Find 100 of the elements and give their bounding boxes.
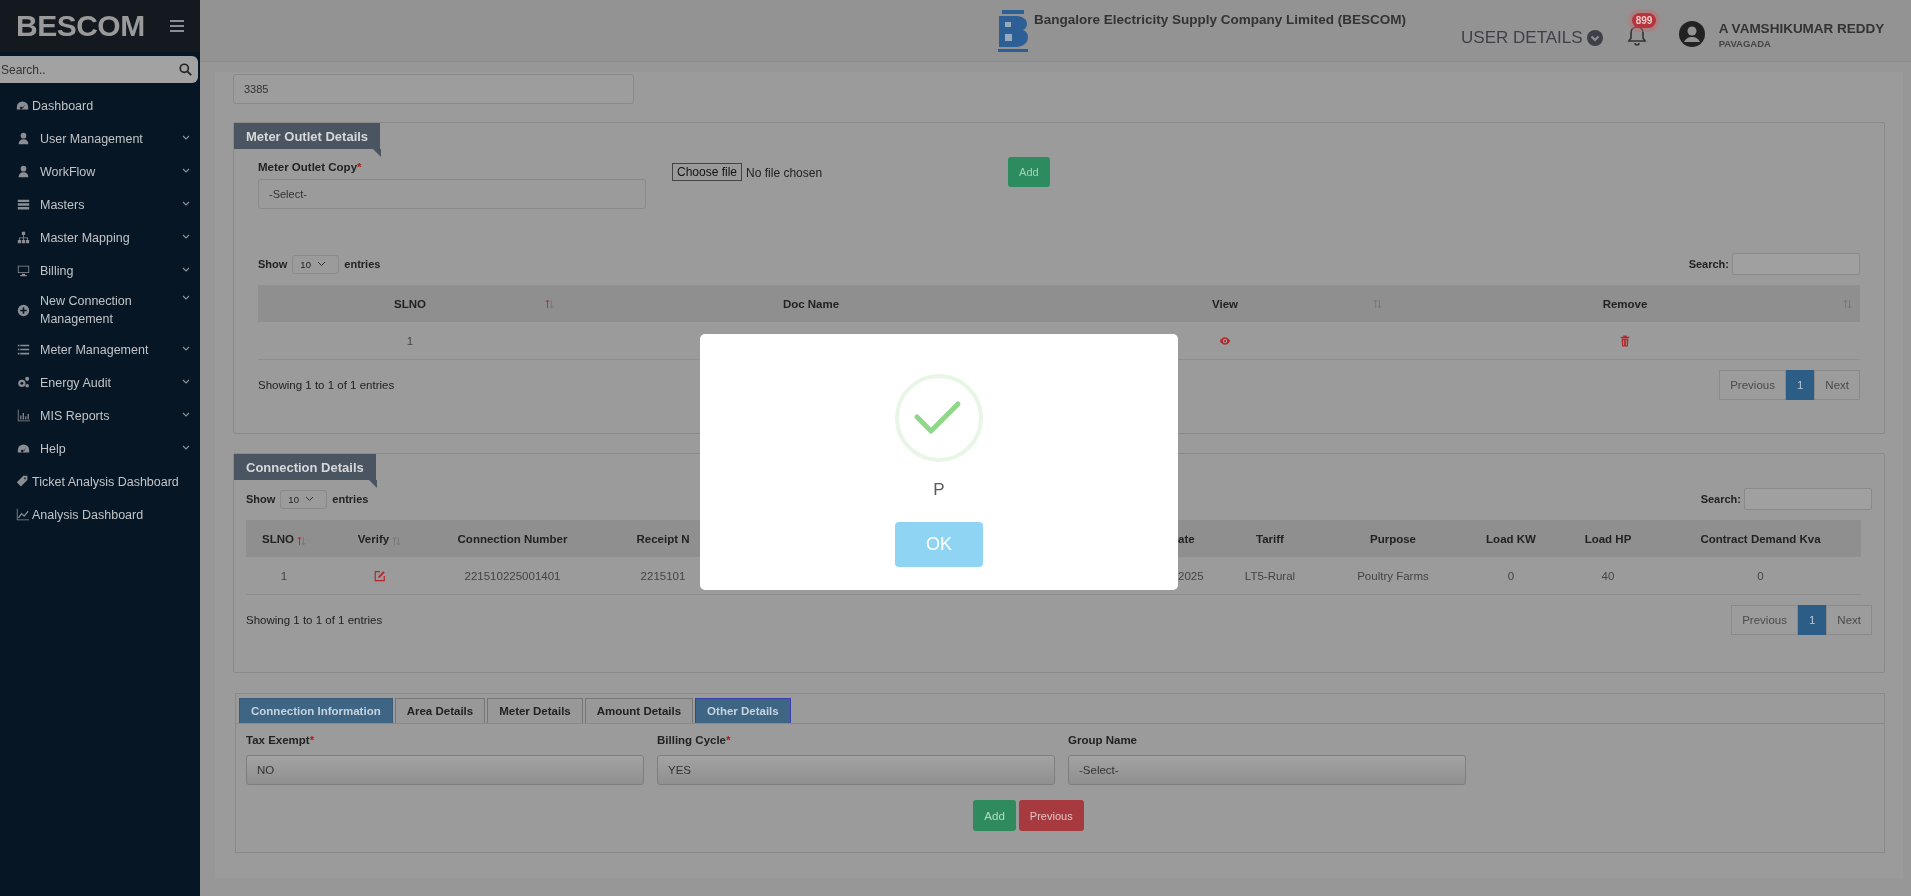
trend-chart-icon <box>16 508 29 521</box>
add-button[interactable]: Add <box>973 800 1016 831</box>
bar-chart-icon <box>17 409 30 422</box>
page-button[interactable]: 1 <box>1797 605 1827 635</box>
chevron-icon <box>182 379 190 385</box>
list-icon <box>17 343 30 356</box>
table-cell: Poultry Farms <box>1320 557 1466 595</box>
select-field[interactable]: -Select- <box>258 179 646 209</box>
table-info: Showing 1 to 1 of 1 entries <box>246 614 383 626</box>
column-header: Connection Number <box>437 520 588 557</box>
company-name: Bangalore Electricity Supply Company Limited (BESCOM) <box>1034 12 1407 27</box>
user-name: A VAMSHIKUMAR REDDY <box>1718 20 1885 36</box>
notification-bell-icon[interactable] <box>1626 24 1647 47</box>
sidebar-item[interactable]: Masters <box>0 188 200 221</box>
page-size-select[interactable]: 10 <box>280 489 328 509</box>
add-button[interactable]: Add <box>1008 157 1050 187</box>
column-header: Purpose <box>1320 520 1466 557</box>
column-header: Tariff <box>1220 520 1320 557</box>
table-cell: LT5-Rural <box>1220 557 1320 595</box>
input-field[interactable]: YES <box>657 755 1055 785</box>
file-status: No file chosen <box>746 165 823 180</box>
chevron-icon <box>182 135 190 141</box>
tab[interactable]: Meter Details <box>487 698 583 723</box>
chevron-icon <box>182 295 190 301</box>
chevron-icon <box>182 445 190 451</box>
page-button[interactable]: 1 <box>1785 370 1815 400</box>
show-label: Show <box>258 258 288 270</box>
sidebar-item[interactable]: New Connection Management <box>0 287 200 333</box>
eye-icon[interactable] <box>1219 334 1231 347</box>
table-cell: 221510225001401 <box>437 557 588 595</box>
plus-circle-icon <box>17 303 30 317</box>
edit-icon[interactable] <box>373 569 386 582</box>
search-field[interactable]: Search.. <box>0 56 198 83</box>
search-label: Search: <box>1700 493 1741 505</box>
input-field[interactable]: -Select- <box>1068 755 1466 785</box>
table-info: Showing 1 to 1 of 1 entries <box>258 379 395 391</box>
entries-label: entries <box>332 493 369 505</box>
monitor-icon <box>17 264 30 277</box>
user-avatar-icon[interactable] <box>1678 20 1705 47</box>
sidebar-item[interactable]: MIS Reports <box>0 399 200 432</box>
sidebar-item[interactable]: Help <box>0 432 200 465</box>
tab[interactable]: Connection Information <box>239 698 393 723</box>
column-header: Load HP <box>1556 520 1660 557</box>
success-check-icon <box>894 373 984 463</box>
column-header: Contract Demand Kva <box>1660 520 1861 557</box>
sidebar-item[interactable]: Ticket Analysis Dashboard <box>0 465 200 498</box>
page-button[interactable]: Next <box>1814 370 1860 400</box>
list-icon <box>17 198 30 211</box>
tab[interactable]: Other Details <box>695 698 791 723</box>
brand-logo: BESCOM <box>16 9 145 43</box>
menu-icon[interactable] <box>170 20 184 32</box>
chevron-icon <box>182 234 190 240</box>
tab[interactable]: Amount Details <box>584 698 694 723</box>
table-cell: 40 <box>1556 557 1660 595</box>
text-field[interactable]: 3385 <box>233 74 634 104</box>
column-header[interactable]: SLNO <box>258 285 562 322</box>
company-logo <box>996 7 1030 54</box>
sort-icon[interactable] <box>296 535 306 546</box>
chevron-icon <box>182 267 190 273</box>
tab[interactable]: Area Details <box>394 698 486 723</box>
column-header[interactable]: SLNO <box>246 520 322 557</box>
column-header[interactable]: View <box>1060 285 1390 322</box>
page-button[interactable]: Previous <box>1719 370 1786 400</box>
page-size-select[interactable]: 10 <box>292 254 340 274</box>
input-field[interactable]: NO <box>246 755 644 785</box>
chevron-icon <box>182 168 190 174</box>
sidebar-item[interactable]: User Management <box>0 122 200 155</box>
table-cell: 0 <box>1660 557 1861 595</box>
trash-icon[interactable] <box>1619 334 1631 347</box>
table-cell: 0 <box>1466 557 1556 595</box>
choose-file-button[interactable]: Choose file <box>672 163 743 181</box>
user-details-menu[interactable]: USER DETAILS <box>1461 27 1603 48</box>
sidebar-item[interactable]: Billing <box>0 254 200 287</box>
user-icon <box>17 132 30 145</box>
sidebar-item[interactable]: Meter Management <box>0 333 200 366</box>
sidebar-item[interactable]: Analysis Dashboard <box>0 498 200 531</box>
chevron-icon <box>182 346 190 352</box>
sidebar-item[interactable]: Dashboard <box>0 89 200 122</box>
column-header: Doc Name <box>562 285 1060 322</box>
show-label: Show <box>246 493 276 505</box>
sidebar-item[interactable]: Master Mapping <box>0 221 200 254</box>
sidebar-item[interactable]: Energy Audit <box>0 366 200 399</box>
column-header: Load KW <box>1466 520 1556 557</box>
sort-icon[interactable] <box>545 299 554 309</box>
user-icon <box>17 165 30 178</box>
user-location: PAVAGADA <box>1718 37 1772 49</box>
column-header[interactable]: Remove <box>1390 285 1860 322</box>
field-label: Billing Cycle* <box>657 734 732 746</box>
page-button[interactable]: Previous <box>1731 605 1798 635</box>
sidebar-item[interactable]: WorkFlow <box>0 155 200 188</box>
notification-badge: 899 <box>1631 12 1657 28</box>
column-header[interactable]: Verify <box>322 520 437 557</box>
gears-icon <box>17 376 30 389</box>
chevron-down-icon <box>304 496 314 502</box>
sitemap-icon <box>17 231 30 244</box>
dialog-message: P <box>933 480 945 500</box>
table-cell: 1 <box>246 557 322 595</box>
page-button[interactable]: Next <box>1826 605 1872 635</box>
previous-button[interactable]: Previous <box>1018 800 1084 831</box>
search-label: Search: <box>1688 258 1729 270</box>
